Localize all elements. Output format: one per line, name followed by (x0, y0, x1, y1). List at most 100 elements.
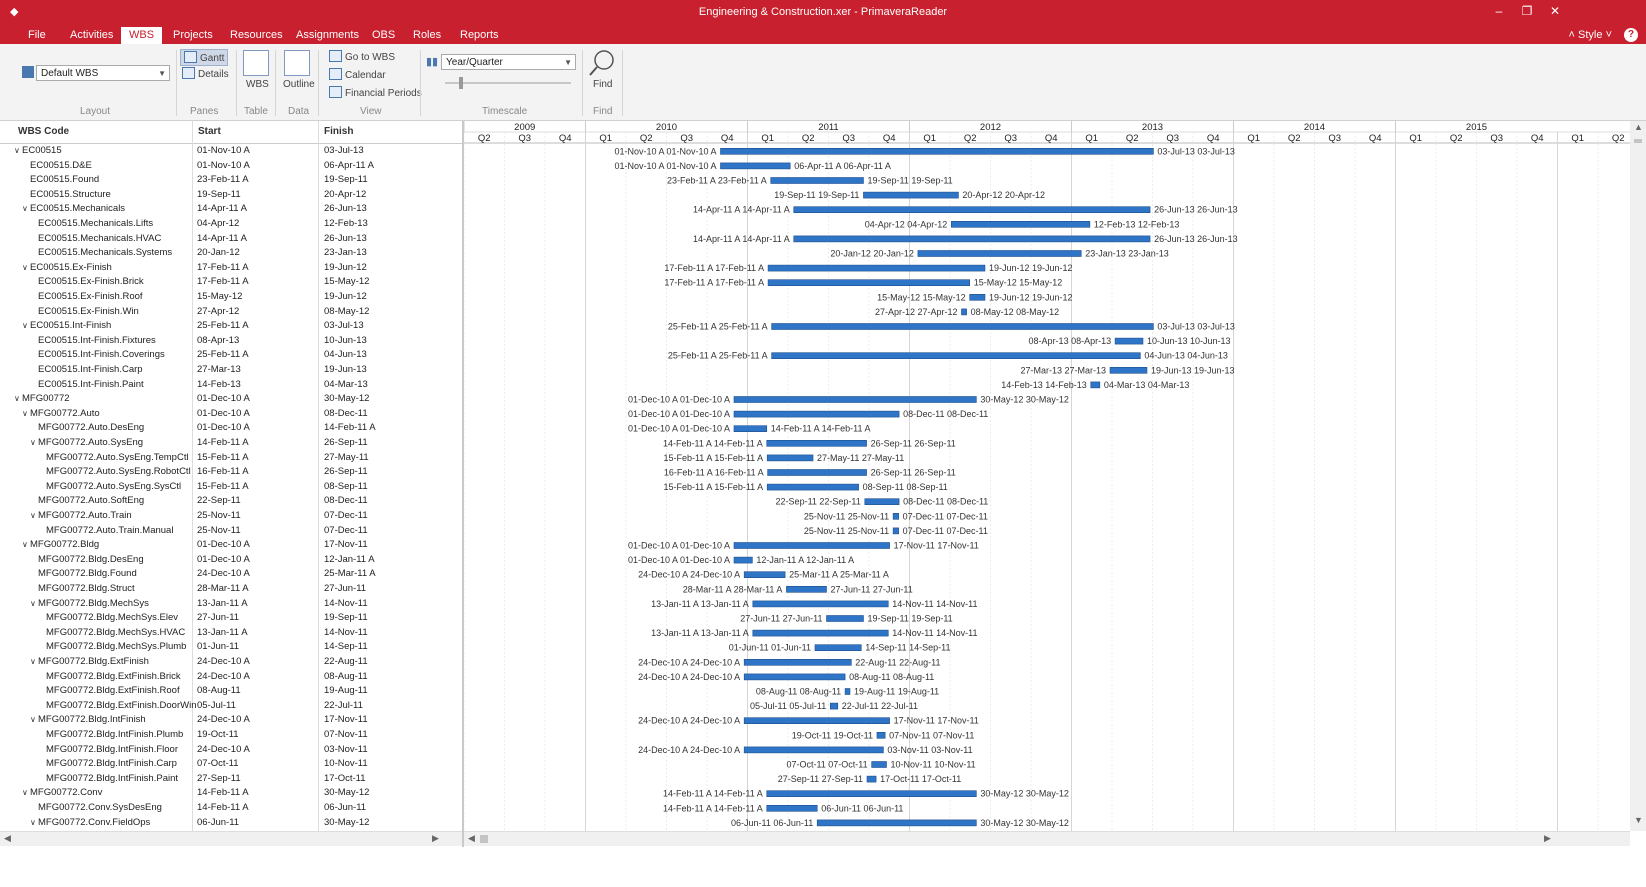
table-row[interactable]: MFG00772.Auto.SoftEng 22-Sep-11 08-Dec-11 (0, 494, 462, 509)
menu-activities[interactable]: Activities (62, 28, 121, 42)
table-row[interactable]: MFG00772.Bldg.Struct 28-Mar-11 A 27-Jun-11 (0, 582, 462, 597)
scroll-left-icon[interactable]: ◀ (4, 833, 11, 844)
table-row[interactable]: MFG00772.Bldg.ExtFinish.Roof 08-Aug-11 19-… (0, 684, 462, 699)
table-row[interactable]: ∨ EC00515.Ex-Finish 17-Feb-11 A 19-Jun-12 (0, 261, 462, 276)
table-row[interactable]: MFG00772.Bldg.IntFinish.Carp 07-Oct-11 10-… (0, 757, 462, 772)
scroll-left-icon[interactable]: ◀ (468, 833, 475, 844)
gantt-bar[interactable] (766, 790, 977, 798)
menu-assignments[interactable]: Assignments (288, 28, 367, 42)
gantt-bar[interactable] (864, 498, 900, 506)
expand-toggle-icon[interactable]: ∨ (22, 202, 30, 217)
gantt-bar[interactable] (767, 264, 986, 272)
minimize-icon[interactable]: – (1490, 4, 1508, 20)
table-row[interactable]: ∨ MFG00772.Bldg 01-Dec-10 A 17-Nov-11 (0, 538, 462, 553)
expand-toggle-icon[interactable]: ∨ (14, 392, 22, 407)
gantt-bar[interactable] (871, 761, 887, 768)
table-row[interactable]: ∨ MFG00772.Conv 14-Feb-11 A 30-May-12 (0, 786, 462, 801)
table-row[interactable]: MFG00772.Bldg.IntFinish.Paint 27-Sep-11 17… (0, 772, 462, 787)
gantt-bar[interactable] (733, 396, 977, 403)
gantt-toggle[interactable]: Gantt (180, 49, 229, 66)
gantt-bar[interactable] (1109, 367, 1148, 374)
table-row[interactable]: MFG00772.Auto.SysEng.SysCtl 15-Feb-11 A 08… (0, 480, 462, 495)
gantt-bar[interactable] (743, 658, 852, 666)
timescale-slider-thumb[interactable] (459, 77, 463, 89)
scroll-thumb[interactable] (480, 835, 488, 843)
gantt-bar[interactable] (917, 250, 1082, 257)
scroll-down-icon[interactable]: ▼ (1634, 815, 1643, 825)
gantt-bar[interactable] (766, 804, 818, 812)
gantt-bar[interactable] (961, 308, 967, 316)
gantt-bar[interactable] (733, 410, 900, 418)
menu-roles[interactable]: Roles (405, 28, 449, 42)
table-row[interactable]: ∨ MFG00772.Auto.Train 25-Nov-11 07-Dec-11 (0, 509, 462, 524)
find-icon[interactable] (588, 48, 616, 78)
style-menu[interactable]: ˄ Style ˅ (1569, 29, 1612, 41)
gantt-bar[interactable] (743, 717, 890, 725)
gantt-bar[interactable] (793, 235, 1151, 243)
gantt-bar[interactable] (793, 206, 1151, 213)
column-header-start[interactable]: Start (198, 126, 221, 137)
table-row[interactable]: ∨ EC00515 01-Nov-10 A 03-Jul-13 (0, 144, 462, 159)
table-row[interactable]: MFG00772.Bldg.MechSys.Elev 27-Jun-11 19-Se… (0, 611, 462, 626)
timescale-slider[interactable] (445, 77, 571, 89)
gantt-bar[interactable] (766, 454, 814, 462)
goto-wbs-button[interactable]: Go to WBS (329, 50, 395, 63)
table-row[interactable]: EC00515.Mechanicals.Lifts 04-Apr-12 12-Feb… (0, 217, 462, 232)
gantt-bar[interactable] (876, 731, 886, 739)
gantt-vscrollbar[interactable]: ▲ ▼ (1630, 121, 1646, 831)
grid-hscrollbar[interactable]: ◀ ▶ (0, 831, 462, 846)
gantt-bar[interactable] (767, 469, 867, 476)
restore-icon[interactable]: ❐ (1518, 4, 1536, 20)
gantt-bar[interactable] (786, 585, 827, 593)
scroll-right-icon[interactable]: ▶ (432, 833, 439, 844)
table-row[interactable]: ∨ MFG00772.Conv.FieldOps 06-Jun-11 30-May-1… (0, 816, 462, 831)
gantt-bar[interactable] (1114, 337, 1144, 345)
column-header-finish[interactable]: Finish (324, 126, 353, 137)
table-row[interactable]: MFG00772.Conv.SysDesEng 14-Feb-11 A 06-Jun… (0, 801, 462, 816)
table-row[interactable]: EC00515.Mechanicals.HVAC 14-Apr-11 A 26-Ju… (0, 232, 462, 247)
gantt-bar[interactable] (1090, 381, 1101, 389)
gantt-bar[interactable] (752, 600, 889, 608)
wbs-button[interactable]: WBS (246, 79, 269, 90)
expand-toggle-icon[interactable]: ∨ (22, 319, 30, 334)
table-row[interactable]: EC00515.Int-Finish.Carp 27-Mar-13 19-Jun-1… (0, 363, 462, 378)
menu-obs[interactable]: OBS (364, 28, 403, 42)
expand-toggle-icon[interactable]: ∨ (30, 509, 38, 524)
expand-toggle-icon[interactable]: ∨ (22, 261, 30, 276)
gantt-bar[interactable] (814, 644, 862, 652)
timescale-combo[interactable]: Year/Quarter ▼ (441, 54, 576, 70)
menu-projects[interactable]: Projects (165, 28, 221, 42)
expand-toggle-icon[interactable]: ∨ (30, 713, 38, 728)
table-row[interactable]: EC00515.Int-Finish.Paint 14-Feb-13 04-Mar-… (0, 378, 462, 393)
gantt-bar[interactable] (892, 512, 899, 520)
gantt-bar[interactable] (816, 819, 977, 827)
table-row[interactable]: MFG00772.Auto.DesEng 01-Dec-10 A 14-Feb-11… (0, 421, 462, 436)
menu-resources[interactable]: Resources (222, 28, 291, 42)
expand-toggle-icon[interactable]: ∨ (30, 597, 38, 612)
gantt-bar[interactable] (752, 629, 889, 637)
table-row[interactable]: MFG00772.Auto.SysEng.TempCtl 15-Feb-11 A 2… (0, 451, 462, 466)
gantt-bar[interactable] (743, 673, 846, 681)
gantt-bar[interactable] (733, 425, 768, 433)
layout-combo[interactable]: Default WBS ▼ (36, 65, 170, 81)
gantt-bar[interactable] (766, 439, 867, 447)
table-row[interactable]: EC00515.Ex-Finish.Brick 17-Feb-11 A 15-May… (0, 275, 462, 290)
table-row[interactable]: ∨ MFG00772.Bldg.MechSys 13-Jan-11 A 14-Nov-… (0, 597, 462, 612)
table-row[interactable]: MFG00772.Bldg.ExtFinish.DoorWin 05-Jul-11… (0, 699, 462, 714)
expand-toggle-icon[interactable]: ∨ (22, 538, 30, 553)
table-row[interactable]: ∨ MFG00772.Bldg.ExtFinish 24-Dec-10 A 22-Au… (0, 655, 462, 670)
gantt-bar[interactable] (892, 527, 899, 535)
scroll-right-icon[interactable]: ▶ (1544, 833, 1551, 844)
gantt-bar[interactable] (866, 775, 877, 783)
table-row[interactable]: EC00515.Int-Finish.Coverings 25-Feb-11 A 0… (0, 348, 462, 363)
table-row[interactable]: ∨ EC00515.Int-Finish 25-Feb-11 A 03-Jul-13 (0, 319, 462, 334)
gantt-bar[interactable] (863, 191, 959, 199)
table-row[interactable]: MFG00772.Auto.SysEng.RobotCtl 16-Feb-11 A… (0, 465, 462, 480)
table-row[interactable]: EC00515.D&E 01-Nov-10 A 06-Apr-11 A (0, 159, 462, 174)
gantt-bar[interactable] (951, 221, 1091, 228)
gantt-bar[interactable] (720, 162, 791, 170)
table-row[interactable]: MFG00772.Bldg.MechSys.Plumb 01-Jun-11 14-S… (0, 640, 462, 655)
gantt-bar[interactable] (733, 542, 890, 549)
table-row[interactable]: MFG00772.Bldg.Found 24-Dec-10 A 25-Mar-11 … (0, 567, 462, 582)
table-row[interactable]: MFG00772.Auto.Train.Manual 25-Nov-11 07-De… (0, 524, 462, 539)
